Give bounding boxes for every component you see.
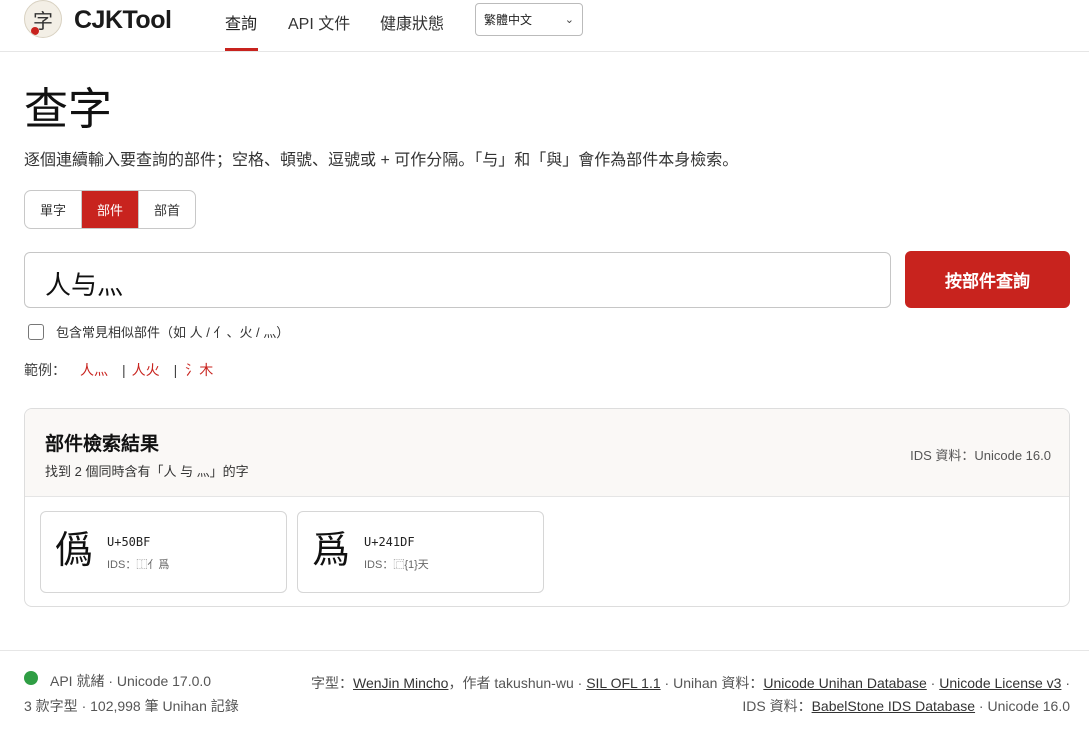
brand-name[interactable]: CJKTool — [74, 6, 172, 35]
language-select-value: 繁體中文 — [484, 13, 533, 27]
license-link[interactable]: SIL OFL 1.1 — [586, 675, 660, 691]
search-by-component-button[interactable]: 按部件查詢 — [905, 251, 1070, 308]
results-summary: 找到 2 個同時含有「人 与 灬」的字 — [45, 464, 249, 479]
tab-component[interactable]: 部件 — [82, 191, 140, 228]
examples-row: 範例： 人灬 | 人火 | 氵木 — [24, 360, 213, 380]
example-separator: | — [122, 362, 126, 378]
page-description: 逐個連續輸入要查詢的部件；空格、頓號、逗號或 + 可作分隔。「与」和「與」會作為… — [24, 152, 739, 169]
page-title: 查字 — [24, 84, 112, 135]
unihan-database-link[interactable]: Unicode Unihan Database — [763, 675, 926, 691]
active-nav-indicator — [225, 48, 258, 51]
logo-glyph: 字 — [33, 8, 53, 33]
search-input-value: 人与灬 — [45, 271, 124, 301]
component-search-input[interactable]: 人与灬 — [24, 252, 891, 308]
font-author: ，作者 takushun-wu · — [448, 675, 587, 691]
chevron-down-icon: ⌄ — [564, 14, 574, 26]
tab-single-char[interactable]: 單字 — [25, 191, 83, 228]
nav-search[interactable]: 查詢 — [225, 10, 257, 34]
ids-prefix: IDS 資料： — [742, 698, 812, 714]
font-link[interactable]: WenJin Mincho — [353, 675, 448, 691]
example-link[interactable]: 人火 — [132, 360, 160, 380]
similar-components-checkbox[interactable] — [28, 323, 44, 340]
search-mode-tabs: 單字 部件 部首 — [24, 190, 197, 229]
credits-ids-line: IDS 資料：BabelStone IDS Database · Unicode… — [742, 696, 1070, 716]
results-panel: 部件檢索結果 找到 2 個同時含有「人 与 灬」的字 IDS 資料：Unicod… — [24, 408, 1070, 607]
data-stats: 3 款字型 · 102,998 筆 Unihan 記錄 — [24, 698, 239, 714]
result-codepoint: U+241DF — [364, 535, 415, 549]
credit-separator: · — [926, 675, 940, 691]
ids-source-note: IDS 資料：Unicode 16.0 — [910, 448, 1051, 463]
similar-components-label: 包含常見相似部件（如 人 / 亻、火 / 灬） — [56, 325, 290, 340]
result-ids: IDS：⿰亻爲 — [107, 559, 170, 571]
result-ids: IDS：⿸{1}天 — [364, 559, 429, 571]
nav-api-docs[interactable]: API 文件 — [288, 10, 350, 34]
examples-label: 範例： — [24, 362, 66, 378]
language-select[interactable]: 繁體中文 ⌄ — [475, 3, 583, 36]
result-character: 僞 — [55, 528, 94, 572]
example-separator: | — [173, 362, 178, 378]
example-link[interactable]: 氵木 — [185, 360, 213, 380]
result-codepoint: U+50BF — [107, 535, 151, 549]
nav-health-status[interactable]: 健康狀態 — [380, 10, 444, 34]
credit-trail: · — [1061, 675, 1070, 691]
api-status: API 就緒 · Unicode 17.0.0 — [50, 673, 212, 689]
result-character: 爲 — [312, 528, 351, 572]
tab-radical[interactable]: 部首 — [139, 191, 195, 228]
similar-components-option[interactable]: 包含常見相似部件（如 人 / 亻、火 / 灬） — [28, 322, 289, 341]
example-link[interactable]: 人灬 — [80, 360, 108, 380]
unicode-license-link[interactable]: Unicode License v3 — [939, 675, 1061, 691]
result-card[interactable]: 僞 U+50BF IDS：⿰亻爲 — [40, 511, 287, 593]
logo-icon[interactable]: 字 — [24, 0, 62, 38]
ids-version: · Unicode 16.0 — [975, 698, 1070, 714]
results-header: 部件檢索結果 找到 2 個同時含有「人 与 灬」的字 IDS 資料：Unicod… — [25, 409, 1069, 497]
status-ok-icon — [24, 671, 38, 685]
credits-fonts-line: 字型：WenJin Mincho，作者 takushun-wu · SIL OF… — [311, 673, 1070, 693]
result-card[interactable]: 爲 U+241DF IDS：⿸{1}天 — [297, 511, 544, 593]
unihan-prefix: · Unihan 資料： — [660, 675, 764, 691]
top-navbar: 字 CJKTool 查詢 API 文件 健康狀態 繁體中文 ⌄ — [0, 0, 1089, 52]
footer: API 就緒 · Unicode 17.0.0 3 款字型 · 102,998 … — [0, 650, 1089, 739]
font-prefix: 字型： — [311, 675, 354, 691]
babelstone-ids-link[interactable]: BabelStone IDS Database — [812, 698, 975, 714]
results-title: 部件檢索結果 — [45, 434, 160, 455]
